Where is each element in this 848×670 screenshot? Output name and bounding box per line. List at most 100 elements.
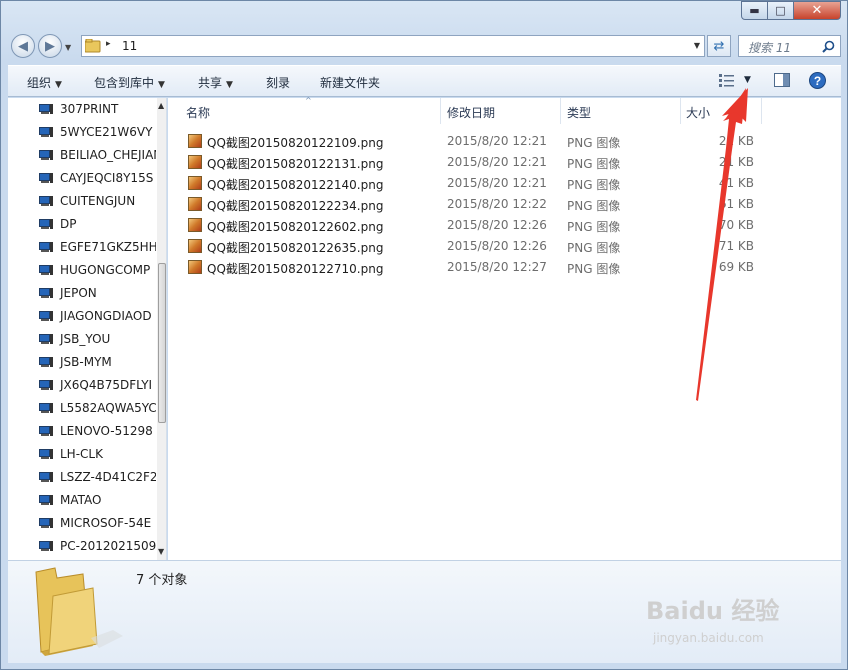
computer-icon — [39, 242, 53, 253]
column-header-date[interactable]: 修改日期 — [447, 104, 495, 124]
png-file-icon — [188, 155, 202, 169]
file-type: PNG 图像 — [567, 136, 621, 150]
nav-item-computer[interactable]: HUGONGCOMP — [8, 259, 156, 282]
back-button[interactable]: ◀ — [11, 34, 35, 58]
nav-item-computer[interactable]: DP — [8, 213, 156, 236]
refresh-button[interactable]: ⇄ — [707, 35, 731, 57]
scroll-up-arrow-icon[interactable]: ▲ — [158, 101, 164, 110]
file-type: PNG 图像 — [567, 262, 621, 276]
computer-icon — [39, 426, 53, 437]
column-divider[interactable] — [680, 98, 681, 124]
nav-item-computer[interactable]: JSB_YOU — [8, 328, 156, 351]
chevron-down-icon: ▼ — [158, 80, 165, 90]
forward-button[interactable]: ▶ — [38, 34, 62, 58]
nav-item-computer[interactable]: CAYJEQCI8Y15S — [8, 167, 156, 190]
share-label: 共享 — [198, 76, 223, 90]
nav-item-label: MICROSOF-54E — [60, 516, 152, 530]
nav-item-computer[interactable]: LENOVO-51298 — [8, 420, 156, 443]
recent-pages-dropdown[interactable]: ▼ — [65, 43, 71, 52]
view-options-dropdown[interactable]: ▼ — [744, 75, 751, 85]
sort-indicator-icon: ^ — [305, 96, 312, 105]
nav-item-label: LSZZ-4D41C2F2 — [60, 470, 156, 484]
file-name: QQ截图20150820122131.png — [207, 157, 384, 171]
watermark-url: jingyan.baidu.com — [653, 631, 764, 645]
annotation-arrow — [696, 88, 748, 401]
nav-item-computer[interactable]: L5582AQWA5YC — [8, 397, 156, 420]
column-header-name[interactable]: 名称 — [186, 104, 210, 124]
nav-item-computer[interactable]: 307PRINT — [8, 98, 156, 121]
file-type: PNG 图像 — [567, 241, 621, 255]
forward-arrow-icon: ▶ — [45, 38, 55, 54]
new-folder-button[interactable]: 新建文件夹 — [320, 74, 380, 91]
file-name: QQ截图20150820122109.png — [207, 136, 384, 150]
computer-icon — [39, 518, 53, 529]
column-header-type[interactable]: 类型 — [567, 104, 591, 124]
preview-pane-button[interactable] — [774, 73, 790, 90]
file-type: PNG 图像 — [567, 220, 621, 234]
scroll-down-arrow-icon[interactable]: ▼ — [158, 547, 164, 556]
nav-item-label: 307PRINT — [60, 102, 119, 116]
view-options-icon — [719, 74, 734, 87]
file-date: 2015/8/20 12:21 — [447, 176, 547, 190]
column-divider[interactable] — [440, 98, 441, 124]
nav-item-computer[interactable]: JEPON — [8, 282, 156, 305]
computer-icon — [39, 104, 53, 115]
nav-item-computer[interactable]: EGFE71GKZ5HH — [8, 236, 156, 259]
nav-item-computer[interactable]: PC-2012021509 — [8, 535, 156, 558]
nav-item-label: JX6Q4B75DFLYI — [60, 378, 153, 392]
nav-item-computer[interactable]: JSB-MYM — [8, 351, 156, 374]
nav-item-computer[interactable]: LH-CLK — [8, 443, 156, 466]
nav-item-computer[interactable]: BEILIAO_CHEJIAN — [8, 144, 156, 167]
computer-icon — [39, 541, 53, 552]
computer-icon — [39, 357, 53, 368]
search-box[interactable]: 搜索 11 — [738, 35, 841, 57]
computer-icon — [39, 380, 53, 391]
organize-label: 组织 — [27, 76, 52, 90]
file-date: 2015/8/20 12:27 — [447, 260, 547, 274]
nav-item-computer[interactable]: 5WYCE21W6VY — [8, 121, 156, 144]
nav-item-computer[interactable]: JX6Q4B75DFLYI — [8, 374, 156, 397]
nav-scrollbar[interactable]: ▲ ▼ — [157, 98, 166, 560]
maximize-button[interactable]: □ — [767, 1, 794, 20]
close-button[interactable]: ✕ — [793, 1, 841, 20]
organize-button[interactable]: 组织 ▼ — [27, 74, 62, 91]
file-type: PNG 图像 — [567, 157, 621, 171]
nav-item-computer[interactable]: MATAO — [8, 489, 156, 512]
nav-item-computer[interactable]: JIAGONGDIAOD — [8, 305, 156, 328]
nav-item-label: BEILIAO_CHEJIAN — [60, 148, 156, 162]
png-file-icon — [188, 134, 202, 148]
help-button[interactable]: ? — [809, 72, 826, 92]
nav-item-label: CUITENGJUN — [60, 194, 136, 208]
share-button[interactable]: 共享 ▼ — [198, 74, 233, 91]
computer-icon — [39, 449, 53, 460]
minimize-button[interactable]: ▬ — [741, 1, 768, 20]
address-bar[interactable]: ▸ 11 ▼ — [81, 35, 705, 57]
nav-item-computer[interactable]: CUITENGJUN — [8, 190, 156, 213]
nav-item-label: L5582AQWA5YC — [60, 401, 156, 415]
nav-scroll-thumb[interactable] — [158, 263, 166, 423]
nav-item-label: LENOVO-51298 — [60, 424, 153, 438]
file-date: 2015/8/20 12:26 — [447, 239, 547, 253]
computer-icon — [39, 219, 53, 230]
nav-item-label: CAYJEQCI8Y15S — [60, 171, 154, 185]
nav-item-computer[interactable]: MICROSOF-54E — [8, 512, 156, 535]
nav-item-label: DP — [60, 217, 77, 231]
column-divider[interactable] — [761, 98, 762, 124]
file-name: QQ截图20150820122140.png — [207, 178, 384, 192]
help-icon: ? — [809, 72, 826, 89]
breadcrumb-current[interactable]: 11 — [122, 39, 137, 53]
nav-item-label: 5WYCE21W6VY — [60, 125, 153, 139]
preview-pane-icon — [774, 73, 790, 87]
search-icon[interactable] — [822, 40, 835, 53]
search-input[interactable]: 搜索 11 — [748, 39, 791, 56]
png-file-icon — [188, 197, 202, 211]
breadcrumb-separator[interactable]: ▸ — [106, 39, 111, 49]
watermark-logo: Baidu 经验 — [646, 597, 780, 625]
burn-button[interactable]: 刻录 — [266, 74, 290, 91]
include-in-library-button[interactable]: 包含到库中 ▼ — [94, 74, 165, 91]
address-history-dropdown[interactable]: ▼ — [694, 41, 700, 50]
nav-item-label: MATAO — [60, 493, 102, 507]
nav-item-computer[interactable]: LSZZ-4D41C2F2 — [8, 466, 156, 489]
include-in-library-label: 包含到库中 — [94, 76, 155, 90]
column-divider[interactable] — [560, 98, 561, 124]
